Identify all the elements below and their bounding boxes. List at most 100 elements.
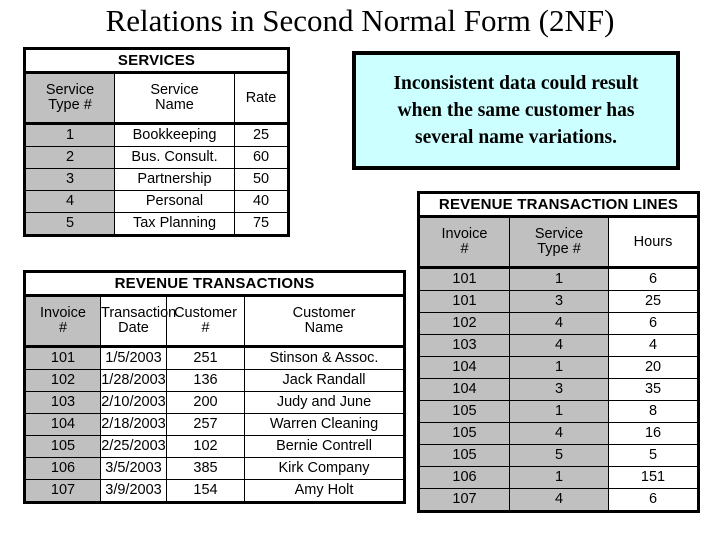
- cell-service-type: 1: [509, 267, 609, 291]
- table-row: 107 4 6: [418, 488, 700, 512]
- cell-customer-name: Judy and June: [243, 391, 406, 414]
- revenue-transaction-lines-table-head: REVENUE TRANSACTION LINES Invoice # Serv…: [417, 192, 700, 269]
- services-table-title: SERVICES: [23, 48, 290, 74]
- cell-invoice: 101: [24, 346, 101, 370]
- cell-rate: 75: [233, 212, 290, 236]
- cell-hours: 4: [607, 334, 700, 357]
- cell-hours: 5: [607, 444, 700, 467]
- cell-service-type: 4: [509, 488, 609, 512]
- cell-service-type: 1: [509, 466, 609, 489]
- cell-transaction-date: 1/28/2003: [100, 369, 167, 392]
- services-table-body: 1 Bookkeeping 25 2 Bus. Consult. 60 3 Pa…: [24, 123, 290, 236]
- cell-transaction-date: 3/5/2003: [100, 457, 167, 480]
- cell-service-type: 4: [509, 422, 609, 445]
- cell-transaction-date: 3/9/2003: [100, 479, 167, 503]
- column-header-service-name: Service Name: [114, 72, 235, 125]
- revenue-transactions-table: REVENUE TRANSACTIONS Invoice # Transacti…: [23, 270, 407, 504]
- cell-invoice: 103: [418, 334, 510, 357]
- cell-hours: 6: [607, 267, 700, 291]
- table-row: 101 1/5/2003 251 Stinson & Assoc.: [24, 346, 406, 370]
- cell-transaction-date: 2/18/2003: [100, 413, 167, 436]
- cell-hours: 16: [607, 422, 700, 445]
- table-row: 105 4 16: [418, 422, 700, 445]
- cell-service-type: 4: [509, 334, 609, 357]
- cell-service-type: 1: [24, 123, 115, 147]
- cell-invoice: 104: [24, 413, 101, 436]
- cell-hours: 6: [607, 488, 700, 512]
- table-row: 102 4 6: [418, 312, 700, 335]
- cell-service-type: 3: [509, 290, 609, 313]
- cell-rate: 40: [233, 190, 290, 213]
- cell-hours: 151: [607, 466, 700, 489]
- cell-customer-name: Warren Cleaning: [243, 413, 406, 436]
- cell-invoice: 105: [418, 400, 510, 423]
- cell-transaction-date: 2/25/2003: [100, 435, 167, 458]
- cell-invoice: 105: [418, 422, 510, 445]
- cell-service-type: 3: [509, 378, 609, 401]
- table-header-row: Service Type # Service Name Rate: [24, 72, 290, 125]
- cell-service-type: 5: [509, 444, 609, 467]
- cell-hours: 35: [607, 378, 700, 401]
- cell-customer-name: Amy Holt: [243, 479, 406, 503]
- table-row: 1 Bookkeeping 25: [24, 123, 290, 147]
- cell-service-type: 3: [24, 168, 115, 191]
- table-row: 104 1 20: [418, 356, 700, 379]
- table-row: 106 3/5/2003 385 Kirk Company: [24, 457, 406, 480]
- cell-hours: 25: [607, 290, 700, 313]
- callout-line-3: several name variations.: [414, 127, 617, 148]
- table-row: 104 3 35: [418, 378, 700, 401]
- column-header-service-type: Service Type #: [509, 216, 609, 269]
- cell-invoice: 105: [24, 435, 101, 458]
- cell-invoice: 106: [418, 466, 510, 489]
- table-title-row: REVENUE TRANSACTIONS: [23, 271, 406, 297]
- revenue-transaction-lines-table: REVENUE TRANSACTION LINES Invoice # Serv…: [417, 191, 701, 513]
- column-header-customer-name: Customer Name: [243, 295, 406, 348]
- cell-invoice: 102: [418, 312, 510, 335]
- services-table: SERVICES Service Type # Service Name Rat…: [23, 47, 291, 237]
- revenue-transaction-lines-table-title: REVENUE TRANSACTION LINES: [417, 192, 700, 218]
- cell-invoice: 105: [418, 444, 510, 467]
- table-row: 5 Tax Planning 75: [24, 212, 290, 236]
- table-row: 107 3/9/2003 154 Amy Holt: [24, 479, 406, 503]
- cell-invoice: 104: [418, 378, 510, 401]
- cell-customer-number: 385: [166, 457, 245, 480]
- table-row: 101 1 6: [418, 267, 700, 291]
- services-table-head: SERVICES Service Type # Service Name Rat…: [23, 48, 290, 125]
- column-header-customer-number: Customer #: [166, 295, 245, 348]
- table-row: 2 Bus. Consult. 60: [24, 146, 290, 169]
- cell-invoice: 102: [24, 369, 101, 392]
- table-row: 3 Partnership 50: [24, 168, 290, 191]
- callout-note-text: Inconsistent data could result when the …: [381, 70, 650, 151]
- cell-service-type: 1: [509, 356, 609, 379]
- table-header-row: Invoice # Transaction Date Customer # Cu…: [24, 295, 406, 348]
- cell-hours: 20: [607, 356, 700, 379]
- page-title: Relations in Second Normal Form (2NF): [105, 3, 615, 38]
- cell-customer-name: Bernie Contrell: [243, 435, 406, 458]
- table-row: 102 1/28/2003 136 Jack Randall: [24, 369, 406, 392]
- table-row: 105 1 8: [418, 400, 700, 423]
- cell-rate: 25: [233, 123, 290, 147]
- cell-customer-number: 257: [166, 413, 245, 436]
- column-header-invoice: Invoice #: [24, 295, 101, 348]
- table-row: 104 2/18/2003 257 Warren Cleaning: [24, 413, 406, 436]
- cell-transaction-date: 1/5/2003: [100, 346, 167, 370]
- column-header-hours: Hours: [607, 216, 700, 269]
- cell-invoice: 101: [418, 290, 510, 313]
- cell-invoice: 106: [24, 457, 101, 480]
- cell-service-type: 4: [509, 312, 609, 335]
- cell-invoice: 104: [418, 356, 510, 379]
- cell-rate: 60: [233, 146, 290, 169]
- cell-invoice: 103: [24, 391, 101, 414]
- cell-service-name: Personal: [114, 190, 235, 213]
- table-title-row: SERVICES: [23, 48, 290, 74]
- revenue-transactions-table-body: 101 1/5/2003 251 Stinson & Assoc. 102 1/…: [24, 346, 406, 503]
- revenue-transaction-lines-table-body: 101 1 6 101 3 25 102 4 6 103 4 4 104 1 2…: [418, 267, 700, 512]
- column-header-transaction-date: Transaction Date: [100, 295, 176, 348]
- table-row: 101 3 25: [418, 290, 700, 313]
- cell-customer-number: 251: [166, 346, 245, 370]
- table-row: 105 5 5: [418, 444, 700, 467]
- table-header-row: Invoice # Service Type # Hours: [418, 216, 700, 269]
- cell-service-name: Tax Planning: [114, 212, 235, 236]
- cell-customer-number: 102: [166, 435, 245, 458]
- cell-customer-number: 136: [166, 369, 245, 392]
